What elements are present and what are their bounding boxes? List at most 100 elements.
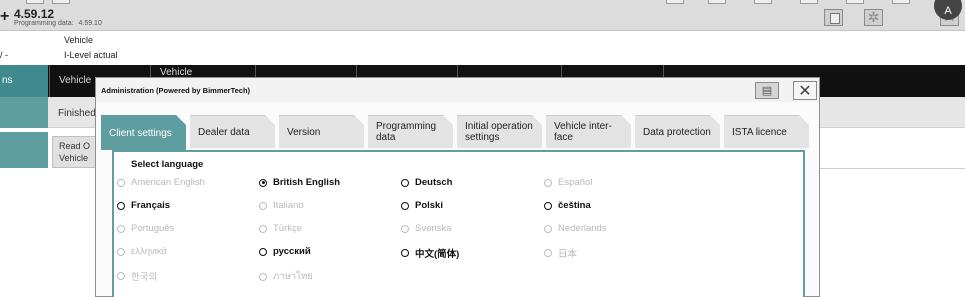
language-option[interactable]: Français (117, 200, 170, 211)
language-option: 日本 (544, 246, 577, 260)
toolbar-button[interactable] (708, 0, 726, 4)
radio-icon[interactable] (544, 201, 552, 210)
language-option-label: 中文(简体) (415, 249, 460, 260)
administration-dialog: Administration (Powered by BimmerTech) ▤… (95, 77, 820, 297)
tab-data-protection[interactable]: Data protection (635, 115, 720, 148)
language-option: Svenska (401, 223, 451, 234)
radio-icon (259, 272, 267, 281)
vehicle-label: Vehicle (64, 35, 94, 45)
radio-icon[interactable] (401, 249, 409, 257)
nav-tab-label: Vehicle (59, 75, 92, 86)
ista-window: + 4.59.12 Programming data: 4.59.10 ✲ ✕ … (0, 0, 965, 297)
language-option: Español (544, 177, 592, 188)
language-option-label: Deutsch (415, 177, 453, 188)
radio-icon (259, 224, 267, 233)
tab-label: Vehicle inter-face (554, 121, 612, 143)
programming-data-label: Programming data: (14, 20, 74, 27)
dialog-close-button[interactable]: ✕ (793, 81, 817, 100)
status-row-marker (0, 97, 48, 128)
language-option-label: Italiano (273, 200, 304, 211)
read-out-label-2: Vehicle (59, 153, 89, 163)
language-option-label: Svenska (415, 223, 452, 234)
toolbar-button[interactable] (892, 0, 910, 4)
tab-label: Version (287, 126, 321, 138)
language-option-label: Français (131, 200, 171, 211)
language-option-label: 日本 (558, 249, 578, 260)
language-option-label: 한국의 (131, 272, 158, 283)
programming-data-line: Programming data: 4.59.10 (14, 20, 102, 27)
language-option[interactable]: 中文(简体) (401, 246, 459, 260)
language-option-label: čeština (558, 200, 591, 211)
radio-icon[interactable] (117, 201, 125, 210)
language-option: Türkçe (259, 223, 302, 234)
tab-label: Data protection (643, 126, 711, 138)
language-option: American English (117, 177, 205, 188)
toolbar-button[interactable] (666, 0, 684, 4)
language-option: ελληνικά (117, 246, 167, 257)
toolbar-button[interactable] (800, 0, 818, 4)
radio-icon (117, 272, 125, 280)
tab-label: Client settings (109, 127, 172, 139)
tab-vehicle-interface[interactable]: Vehicle inter-face (546, 115, 631, 148)
language-option[interactable]: Deutsch (401, 177, 452, 188)
radio-icon (117, 224, 125, 233)
language-option: Nederlands (544, 223, 607, 234)
language-option-label: British English (273, 177, 341, 188)
nav-left-label: ns (2, 75, 13, 86)
ilevel-actual-label: I-Level actual (64, 50, 118, 60)
app-version: 4.59.12 (14, 7, 55, 21)
select-language-label: Select language (131, 159, 204, 170)
language-option[interactable]: Polski (401, 200, 443, 211)
toolbar-button[interactable] (26, 0, 44, 4)
tab-initial-operation-settings[interactable]: Initial operation settings (457, 115, 542, 148)
toolbar-button[interactable] (52, 0, 70, 4)
language-option-label: ภาษาไทย (273, 271, 313, 282)
toolbar-button[interactable] (846, 0, 864, 4)
dialog-title-bar: Administration (Powered by BimmerTech) ▤… (96, 78, 819, 102)
language-option-label: Türkçe (273, 223, 303, 234)
radio-icon (259, 201, 267, 210)
tab-label: Dealer data (198, 126, 250, 138)
language-option-label: Português (131, 223, 175, 234)
print-icon[interactable]: ▤ (755, 82, 779, 99)
status-text: Finished (58, 108, 96, 119)
language-option: Italiano (259, 200, 304, 211)
document-icon[interactable] (824, 9, 843, 26)
radio-icon[interactable] (259, 247, 267, 256)
language-option-label: Español (558, 177, 593, 188)
language-option: ภาษาไทย (259, 269, 313, 284)
language-option[interactable]: British English (259, 177, 340, 188)
title-bar: + 4.59.12 Programming data: 4.59.10 ✲ ✕ (0, 0, 965, 31)
language-option-label: ελληνικά (131, 246, 168, 257)
tab-client-settings[interactable]: Client settings (101, 115, 186, 150)
programming-data-value: 4.59.10 (78, 20, 102, 27)
read-out-label-1: Read O (59, 141, 91, 151)
radio-icon[interactable] (401, 178, 409, 187)
read-out-button[interactable]: Read O Vehicle (52, 136, 100, 168)
radio-icon (117, 178, 125, 187)
gear-icon[interactable]: ✲ (864, 9, 883, 26)
toolbar-button[interactable] (754, 0, 772, 4)
tab-label: Programming data (376, 121, 437, 143)
language-option-label: Polski (415, 200, 443, 211)
dialog-title: Administration (Powered by BimmerTech) (101, 86, 251, 95)
tab-programming-data[interactable]: Programming data (368, 115, 453, 148)
client-settings-panel: Select language American English British … (112, 150, 805, 297)
radio-icon[interactable] (401, 201, 409, 210)
tab-label: ISTA licence (732, 126, 787, 138)
tab-ista-licence[interactable]: ISTA licence (724, 115, 809, 148)
plus-icon: + (0, 8, 10, 25)
language-option-label: русский (273, 246, 311, 257)
language-option-label: Nederlands (558, 223, 607, 234)
radio-selected-icon[interactable] (259, 178, 267, 187)
language-option[interactable]: русский (259, 246, 311, 257)
tab-dealer-data[interactable]: Dealer data (190, 115, 275, 148)
language-option[interactable]: čeština (544, 200, 591, 211)
nav-left-tab[interactable]: ns (0, 65, 48, 97)
vehicle-dash: / - (0, 50, 8, 60)
action-row-marker (0, 132, 48, 168)
radio-icon (401, 224, 409, 233)
language-option-label: American English (131, 177, 205, 188)
language-option: Português (117, 223, 174, 234)
tab-version[interactable]: Version (279, 115, 364, 148)
